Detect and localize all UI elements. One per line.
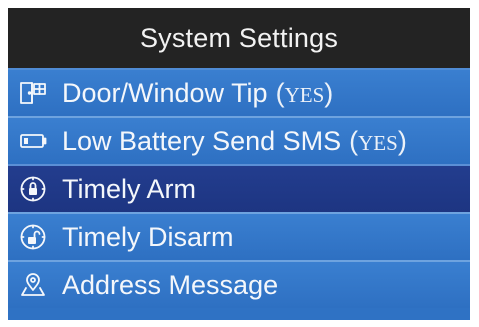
menu-item-label: Address Message [62, 269, 279, 300]
menu-item-timely-arm[interactable]: Timely Arm [8, 164, 470, 212]
status-badge: (YES) [349, 125, 407, 156]
menu-item-label: Timely Disarm [62, 221, 234, 252]
menu-item-label: Door/Window Tip [62, 77, 268, 108]
settings-menu: Door/Window Tip (YES) Low Battery Send S… [8, 68, 470, 308]
menu-item-low-battery-send-sms[interactable]: Low Battery Send SMS (YES) [8, 116, 470, 164]
menu-item-address-message[interactable]: Address Message [8, 260, 470, 308]
menu-item-label: Timely Arm [62, 173, 196, 204]
battery-icon [18, 126, 48, 156]
menu-item-timely-disarm[interactable]: Timely Disarm [8, 212, 470, 260]
status-badge: (YES) [275, 77, 334, 108]
page-title-text: System Settings [139, 22, 339, 53]
timer-lock-icon [18, 174, 48, 204]
menu-item-door-window-tip[interactable]: Door/Window Tip (YES) [8, 68, 470, 116]
timer-unlock-icon [18, 222, 48, 252]
menu-item-label: Low Battery Send SMS [62, 125, 342, 156]
page-title: System Settings [8, 8, 470, 68]
location-icon [18, 270, 48, 300]
door-window-icon [18, 78, 48, 108]
system-settings-screen: System Settings Door/Window Tip (YES) Lo… [8, 8, 470, 320]
